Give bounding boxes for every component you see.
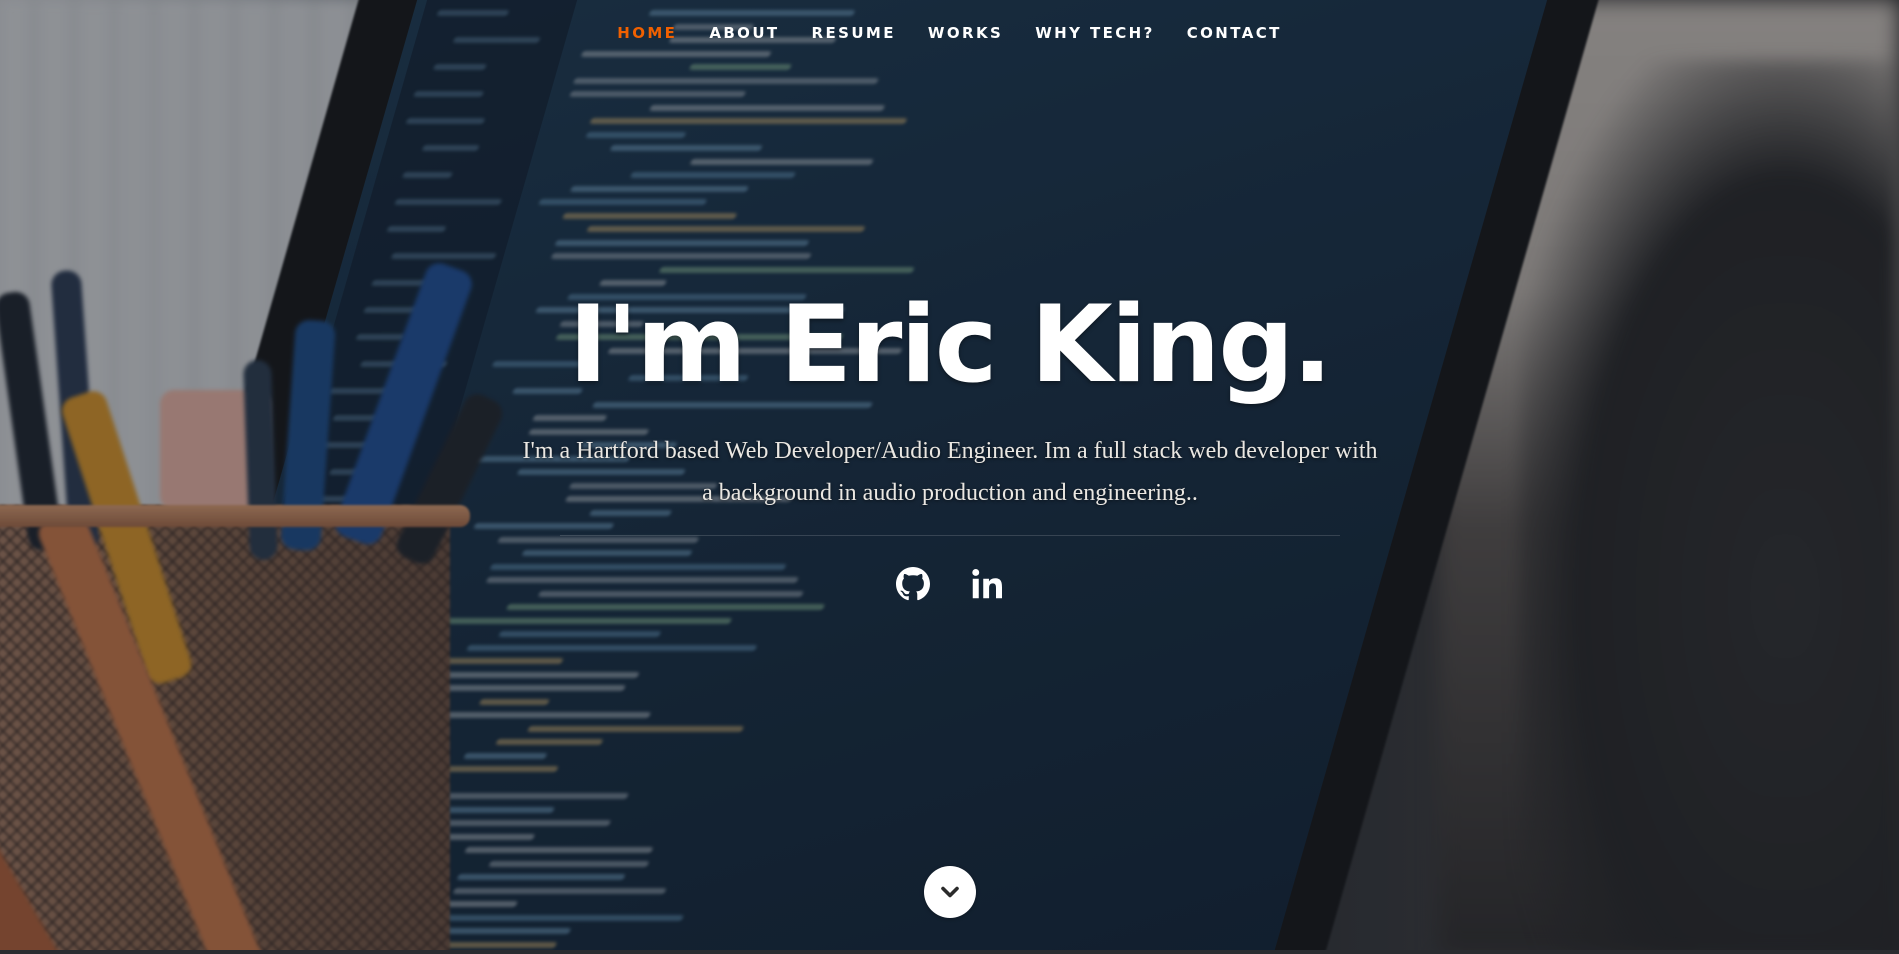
chevron-down-icon	[941, 886, 959, 898]
github-icon[interactable]	[893, 562, 933, 606]
linkedin-icon[interactable]	[967, 562, 1007, 606]
bottom-edge	[0, 950, 1899, 954]
banner: I'm Eric King. I'm a Hartford based Web …	[0, 0, 1899, 954]
page-title: I'm Eric King.	[568, 283, 1332, 406]
scroll-down-button[interactable]	[924, 866, 976, 918]
social-links	[0, 562, 1899, 606]
intro-description: I'm a Hartford based Web Developer/Audio…	[522, 438, 1378, 506]
divider	[560, 535, 1340, 536]
